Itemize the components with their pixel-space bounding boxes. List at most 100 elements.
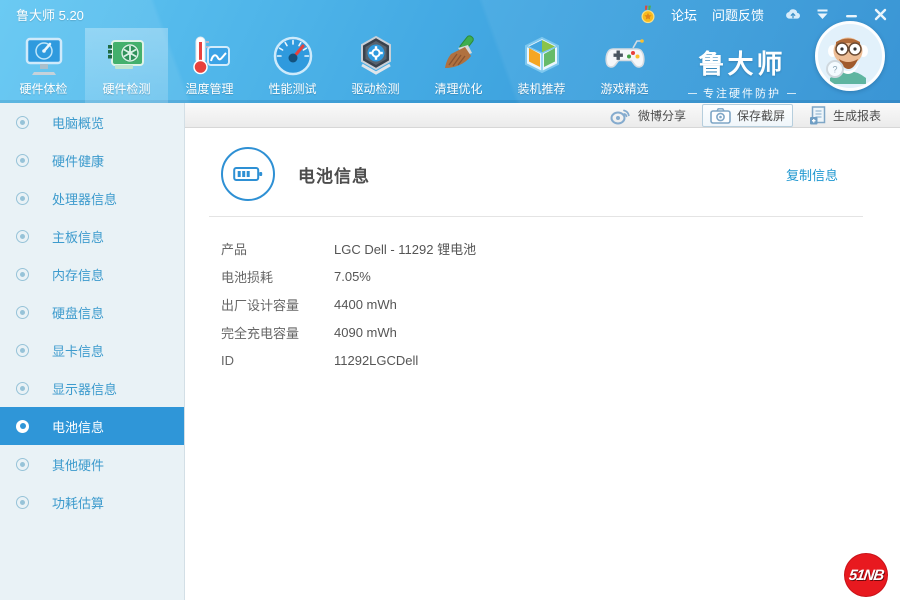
toolbar-item-label: 性能测试 [268, 82, 317, 96]
sidebar-item-8[interactable]: 显示器信息 [0, 369, 184, 407]
51nb-logo-text: 51NB [847, 566, 885, 584]
sidebar-item-1[interactable]: 电脑概览 [0, 103, 184, 141]
benchmark-icon [271, 32, 315, 79]
sidebar-item-10[interactable]: 其他硬件 [0, 445, 184, 483]
brand-name: 鲁大师 [698, 49, 786, 79]
cleanup-icon [437, 32, 481, 79]
toolbar-item-2[interactable]: 硬件检测 [85, 28, 168, 103]
toolbar-item-4[interactable]: 性能测试 [251, 28, 334, 103]
sidebar-item-label: 硬盘信息 [52, 305, 105, 321]
sidebar-item-9[interactable]: 电池信息 [0, 407, 184, 445]
action-label: 保存截屏 [736, 108, 785, 123]
brand: 鲁大师 专注硬件防护 [688, 44, 796, 101]
brand-tagline: 专注硬件防护 [688, 85, 796, 101]
toolbar-item-label: 硬件体检 [19, 82, 68, 96]
toolbar-item-7[interactable]: 装机推荐 [500, 28, 583, 103]
sidebar-item-label: 电池信息 [52, 419, 105, 435]
toolbar-item-label: 装机推荐 [517, 82, 566, 96]
toolbar-item-label: 硬件检测 [102, 82, 151, 96]
close-icon[interactable] [872, 6, 888, 22]
mascot-avatar[interactable]: ? [815, 21, 885, 91]
sidebar-item-4[interactable]: 主板信息 [0, 217, 184, 255]
titlebar: 鲁大师 5.20 论坛 问题反馈 [0, 0, 900, 28]
hardware-checkup-icon [22, 32, 66, 79]
row-label: 电池损耗 [221, 269, 274, 285]
sidebar-item-label: 处理器信息 [52, 191, 118, 207]
header: 鲁大师 5.20 论坛 问题反馈 硬件体检 硬件检测 温度管理 性能测试 驱动检测 清理优化… [0, 0, 900, 103]
row-label: 完全充电容量 [221, 325, 300, 341]
table-row: 完全充电容量 4090 mWh [186, 318, 900, 346]
sidebar-item-6[interactable]: 硬盘信息 [0, 293, 184, 331]
51nb-logo: 51NB [845, 554, 887, 596]
sidebar-item-2[interactable]: 硬件健康 [0, 141, 184, 179]
sidebar-item-label: 电脑概览 [52, 115, 105, 131]
titlebar-link-1[interactable]: 论坛 [671, 5, 697, 24]
report-icon [809, 105, 827, 125]
radio-dot-icon [16, 267, 29, 281]
action-label: 微博分享 [637, 108, 686, 123]
action-3[interactable]: 生成报表 [802, 104, 888, 127]
toolbar-item-8[interactable]: 游戏精选 [583, 28, 666, 103]
row-value: 4090 mWh [334, 324, 397, 340]
row-value: 4400 mWh [334, 296, 397, 312]
cloud-upload-icon[interactable] [785, 6, 801, 22]
row-label: ID [221, 352, 234, 368]
row-label: 产品 [221, 241, 248, 257]
action-1[interactable]: 微博分享 [602, 104, 693, 127]
driver-icon [354, 32, 398, 79]
sidebar-item-7[interactable]: 显卡信息 [0, 331, 184, 369]
games-icon [603, 32, 647, 79]
lu-master-window: 鲁大师 5.20 论坛 问题反馈 硬件体检 硬件检测 温度管理 性能测试 驱动检测 清理优化… [0, 0, 900, 600]
toolbar-item-label: 清理优化 [434, 82, 483, 96]
radio-dot-icon [16, 419, 29, 433]
radio-dot-icon [16, 115, 29, 129]
action-bar: 微博分享 保存截屏 生成报表 [185, 103, 900, 128]
sidebar-item-5[interactable]: 内存信息 [0, 255, 184, 293]
section-header: 电池信息 复制信息 [186, 129, 900, 201]
divider [209, 216, 863, 217]
window-controls [785, 6, 888, 22]
sidebar-item-label: 功耗估算 [52, 495, 105, 511]
build-icon [520, 32, 564, 79]
radio-dot-icon [16, 229, 29, 243]
hardware-test-icon [105, 32, 149, 79]
weibo-icon [609, 106, 632, 125]
app-title: 鲁大师 5.20 [16, 7, 84, 23]
toolbar-item-label: 驱动检测 [351, 82, 400, 96]
temperature-icon [188, 32, 232, 79]
radio-dot-icon [16, 381, 29, 395]
minimize-icon[interactable] [843, 6, 859, 22]
row-value: 7.05% [334, 268, 371, 284]
titlebar-link-2[interactable]: 问题反馈 [712, 5, 764, 24]
collapse-icon[interactable] [814, 6, 830, 22]
info-table: 产品 LGC Dell - 11292 锂电池电池损耗 7.05% 出厂设计容量 440… [186, 234, 900, 374]
action-label: 生成报表 [832, 108, 881, 123]
sidebar-item-11[interactable]: 功耗估算 [0, 483, 184, 521]
camera-icon [710, 107, 731, 124]
page-title: 电池信息 [298, 166, 370, 186]
row-value: LGC Dell - 11292 锂电池 [334, 241, 477, 257]
toolbar-item-1[interactable]: 硬件体检 [2, 28, 85, 103]
table-row: 产品 LGC Dell - 11292 锂电池 [186, 234, 900, 262]
toolbar-item-3[interactable]: 温度管理 [168, 28, 251, 103]
svg-text:?: ? [832, 65, 837, 75]
copy-info-link[interactable]: 复制信息 [786, 165, 838, 184]
table-row: 电池损耗 7.05% [186, 262, 900, 290]
medal-icon[interactable] [640, 5, 656, 23]
radio-dot-icon [16, 343, 29, 357]
radio-dot-icon [16, 457, 29, 471]
radio-dot-icon [16, 191, 29, 205]
sidebar-item-label: 其他硬件 [52, 457, 105, 473]
toolbar-item-6[interactable]: 清理优化 [417, 28, 500, 103]
radio-dot-icon [16, 495, 29, 509]
toolbar-item-label: 游戏精选 [600, 82, 649, 96]
battery-icon [221, 147, 275, 201]
row-value: 11292LGCDell [334, 352, 419, 368]
table-row: 出厂设计容量 4400 mWh [186, 290, 900, 318]
radio-dot-icon [16, 305, 29, 319]
sidebar-item-3[interactable]: 处理器信息 [0, 179, 184, 217]
row-label: 出厂设计容量 [221, 297, 300, 313]
titlebar-links: 论坛 问题反馈 [671, 5, 764, 24]
action-2[interactable]: 保存截屏 [701, 103, 793, 127]
toolbar-item-5[interactable]: 驱动检测 [334, 28, 417, 103]
